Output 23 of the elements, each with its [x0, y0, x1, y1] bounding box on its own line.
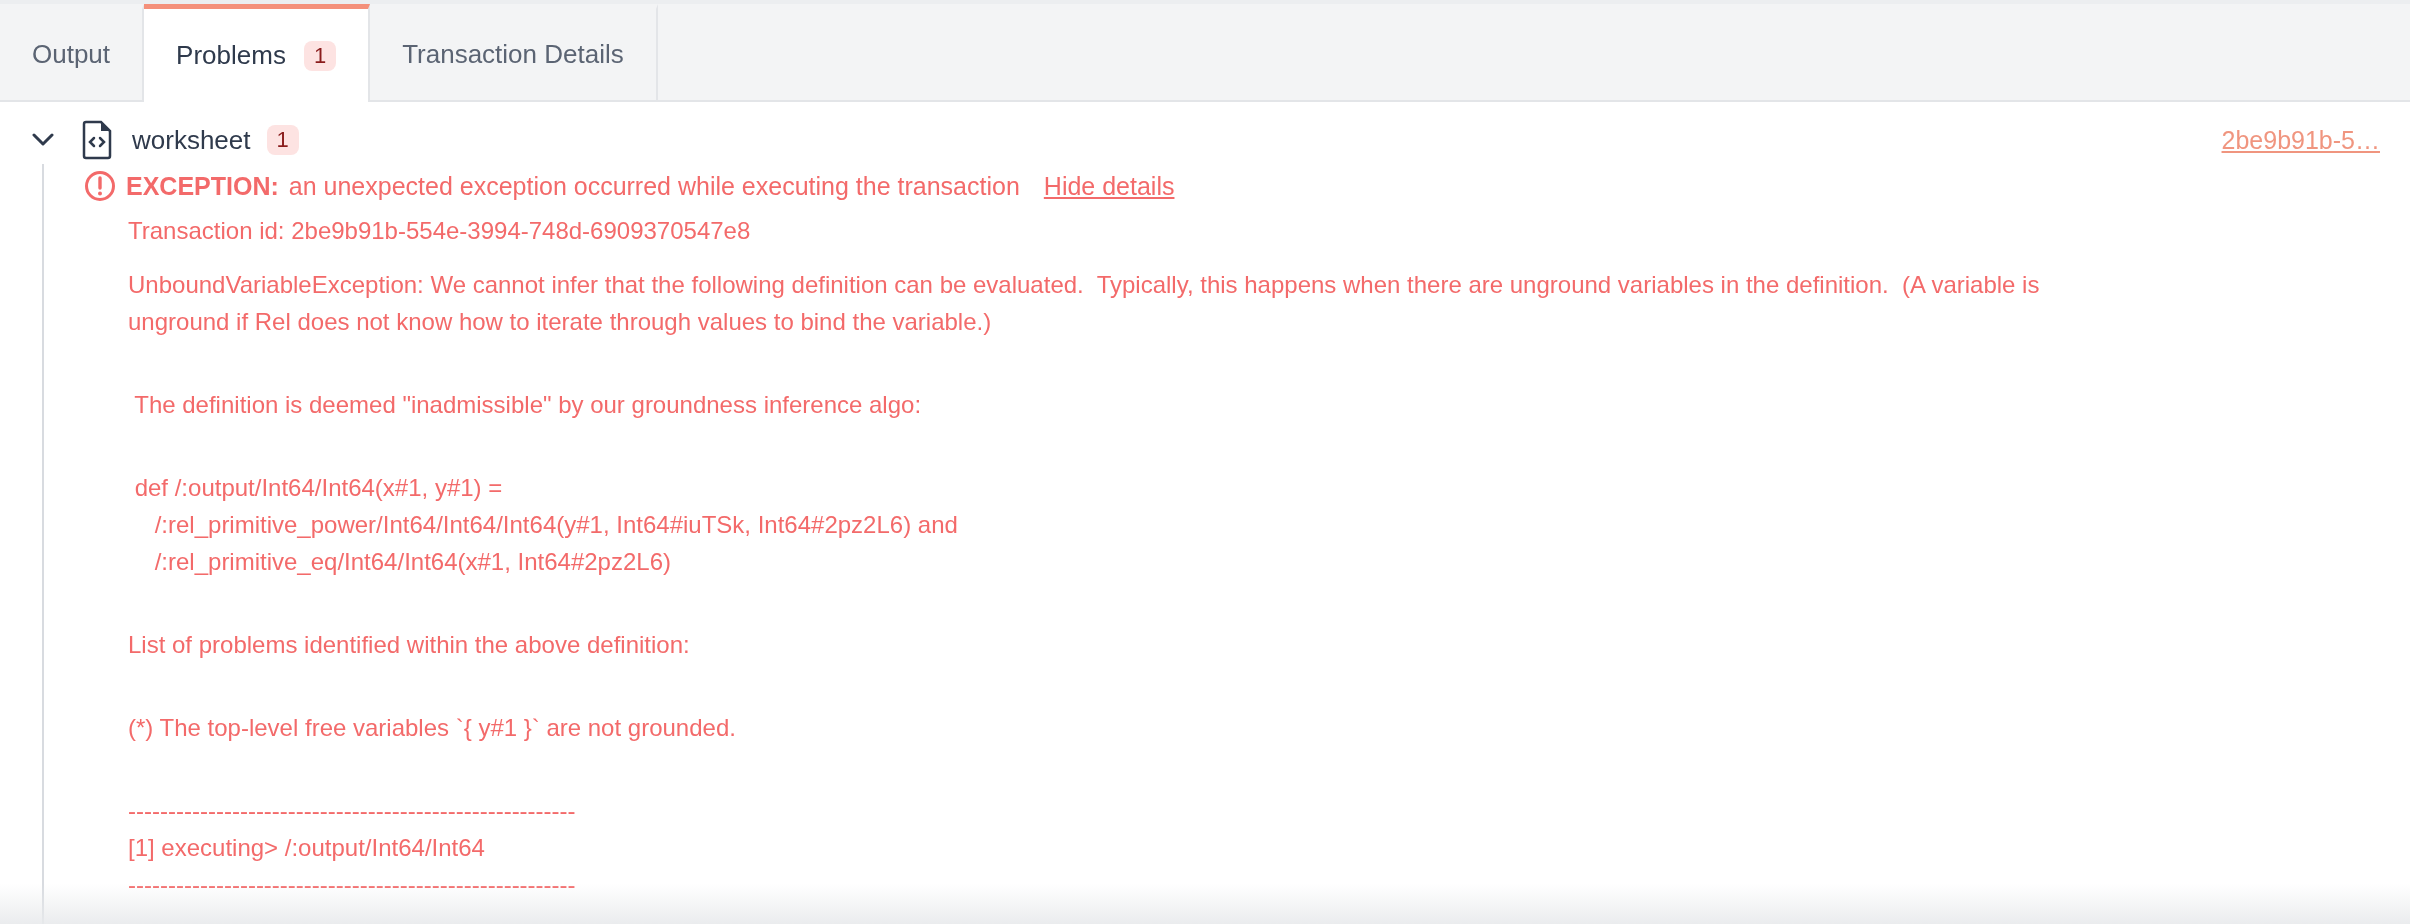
tab[interactable]: Problems 1 [144, 4, 371, 102]
detail-line: UnboundVariableException: We cannot infer that the following definition can be evaluated. Typically, this happens when there are unground variables in the definition. (A variable is [128, 270, 2041, 300]
detail-line: -------------------------------------------------------- [128, 870, 577, 900]
alert-icon [84, 170, 116, 202]
severity-label: EXCEPTION: [126, 171, 279, 201]
detail-line: (*) The top-level free variables `{ y#1 }` are not grounded. [128, 713, 737, 743]
tab[interactable]: Transaction Details [370, 4, 658, 100]
detail-line: [1] executing> /:output/Int64/Int64 [128, 833, 486, 863]
detail-line: The definition is deemed "inadmissible" by our groundness inference algo: [133, 390, 923, 420]
detail-line: -------------------------------------------------------- [128, 796, 577, 826]
detail-line: def /:output/Int64/Int64(x#1, y#1) = [133, 473, 504, 503]
detail-line: /:rel_primitive_eq/Int64/Int64(x#1, Int64#2pz2L6) [153, 547, 672, 577]
detail-line: /:rel_primitive_power/Int64/Int64/Int64(y#1, Int64#iuTSk, Int64#2pz2L6) and [153, 510, 959, 540]
detail-line: List of problems identified within the above definition: [128, 630, 691, 660]
hide-details-link[interactable]: Hide details [1043, 171, 1175, 201]
detail-line: unground if Rel does not know how to iterate through values to bind the variable.) [128, 307, 993, 337]
code-file-icon [82, 120, 112, 160]
count-badge: 1 [303, 40, 337, 71]
error-message: an unexpected exception occurred while executing the transaction [288, 171, 1020, 201]
count-badge: 1 [266, 125, 299, 155]
chevron-down-icon[interactable] [32, 133, 54, 147]
file-name: worksheet [132, 124, 251, 156]
transaction-id: Transaction id: 2be9b91b-554e-3994-748d-6909370547e8 [128, 216, 752, 246]
